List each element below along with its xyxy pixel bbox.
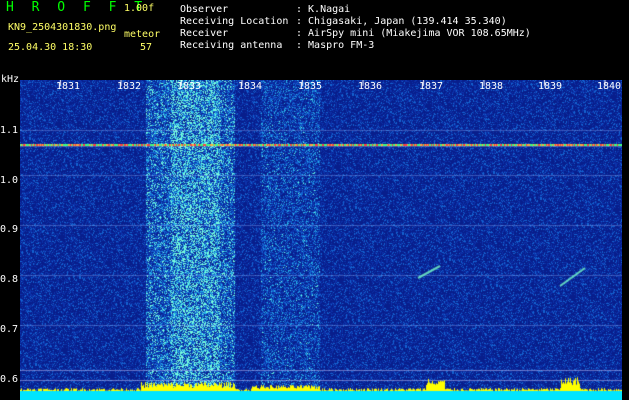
x-tick-label: 1837 (419, 81, 444, 92)
y-tick-label: 1.1 (0, 125, 19, 136)
observer-label: Observer (180, 4, 229, 15)
app-version: 1.00f (124, 3, 155, 14)
meteor-count: 57 (140, 42, 153, 53)
x-tick-label: 1839 (538, 81, 563, 92)
meteor-label: meteor (124, 29, 161, 40)
header-panel: H R O F F T 1.00f KN9_2504301830.png met… (0, 0, 629, 74)
x-tick-label: 1831 (56, 81, 81, 92)
location-label: Receiving Location (180, 16, 289, 27)
x-tick-label: 1838 (479, 81, 504, 92)
x-tick-label: 1836 (358, 81, 383, 92)
location-value: : Chigasaki, Japan (139.414 35.340) (296, 16, 507, 27)
x-tick-label: 1833 (177, 81, 202, 92)
y-tick-label: 1.0 (0, 175, 19, 186)
x-tick-label: 1834 (238, 81, 263, 92)
spectrogram-canvas (20, 80, 622, 400)
receiver-label: Receiver (180, 28, 229, 39)
x-tick-label: 1840 (597, 81, 622, 92)
y-axis-unit: kHz (1, 74, 20, 85)
receiver-value: : AirSpy mini (Miakejima VOR 108.65MHz) (296, 28, 531, 39)
y-tick-label: 0.9 (0, 224, 19, 235)
antenna-value: : Maspro FM-3 (296, 40, 375, 51)
y-tick-label: 0.6 (0, 374, 19, 385)
x-tick-label: 1835 (298, 81, 323, 92)
y-tick-label: 0.7 (0, 324, 19, 335)
observer-value: : K.Nagai (296, 4, 351, 15)
antenna-label: Receiving antenna (180, 40, 283, 51)
x-tick-label: 1832 (117, 81, 142, 92)
observation-datetime: 25.04.30 18:30 (8, 42, 93, 53)
y-tick-label: 0.8 (0, 274, 19, 285)
image-filename: KN9_2504301830.png (8, 22, 117, 33)
